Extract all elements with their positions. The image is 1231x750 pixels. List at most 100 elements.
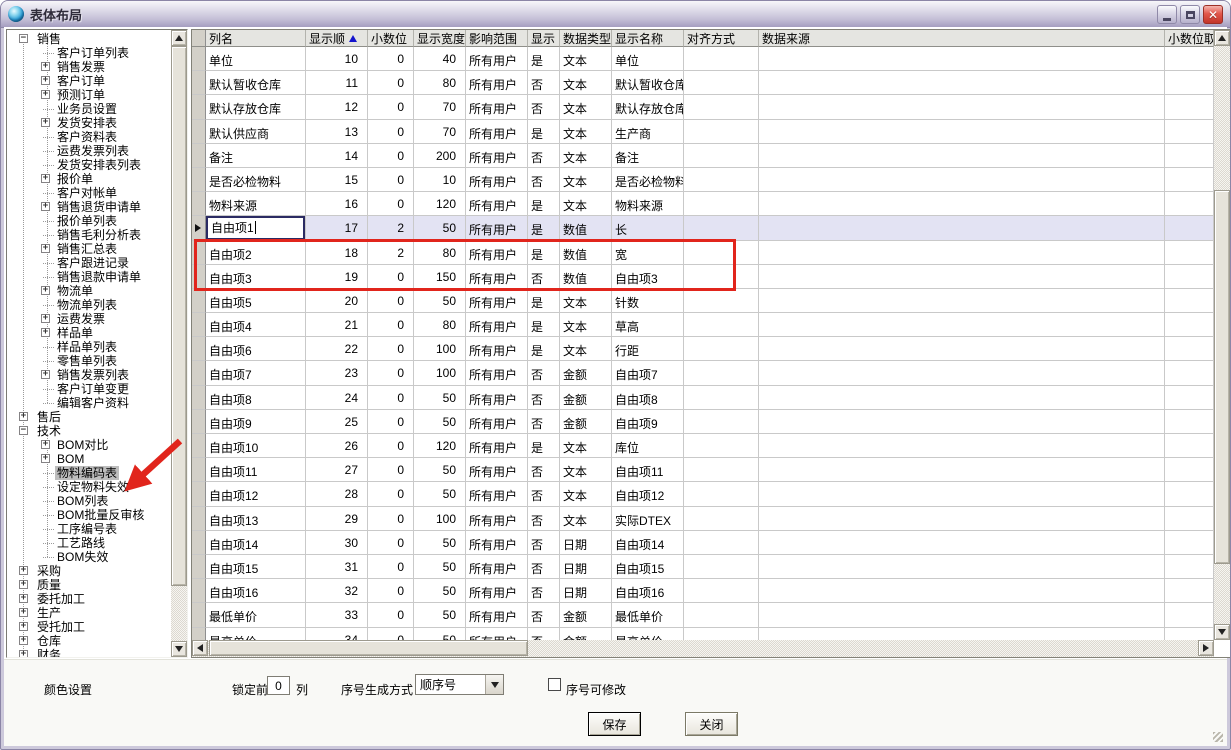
grid-cell[interactable]: 文本 <box>560 47 612 71</box>
grid-cell[interactable] <box>1165 579 1214 603</box>
grid-row-自由项13[interactable]: 自由项13290100所有用户否文本实际DTEX <box>192 507 1214 531</box>
grid-row-单位[interactable]: 单位10040所有用户是文本单位 <box>192 47 1214 71</box>
grid-cell[interactable] <box>684 265 759 289</box>
grid-cell[interactable]: 自由项2 <box>206 241 306 265</box>
grid-cell[interactable]: 所有用户 <box>466 410 528 434</box>
grid-cell[interactable]: 金额 <box>560 386 612 410</box>
resize-grip[interactable] <box>1213 732 1223 742</box>
grid-cell[interactable] <box>1165 95 1214 119</box>
expand-icon[interactable]: + <box>41 202 50 211</box>
grid-cell[interactable] <box>1165 603 1214 627</box>
grid-cell[interactable] <box>759 386 1165 410</box>
grid-row-物料来源[interactable]: 物料来源160120所有用户是文本物料来源 <box>192 192 1214 216</box>
expand-icon[interactable]: + <box>41 286 50 295</box>
tree-item-BOM列表[interactable]: BOM列表 <box>7 494 171 508</box>
column-header-小数位[interactable]: 小数位 <box>368 30 414 47</box>
grid-cell[interactable] <box>759 337 1165 361</box>
expand-icon[interactable]: + <box>41 118 50 127</box>
grid-cell[interactable]: 17 <box>306 216 368 240</box>
grid-cell[interactable]: 文本 <box>560 458 612 482</box>
grid-cell[interactable] <box>759 555 1165 579</box>
scroll-left-button[interactable] <box>192 640 208 656</box>
grid-cell[interactable]: 最高单价 <box>206 628 306 641</box>
tree-item-工艺路线[interactable]: 工艺路线 <box>7 536 171 550</box>
grid-cell[interactable]: 自由项15 <box>612 555 684 579</box>
grid-cell[interactable] <box>1165 410 1214 434</box>
grid-cell[interactable]: 0 <box>368 265 414 289</box>
grid-cell[interactable]: 否 <box>528 531 560 555</box>
grid-cell[interactable]: 70 <box>414 95 466 119</box>
grid-cell[interactable]: 10 <box>414 168 466 192</box>
grid-cell[interactable]: 物料来源 <box>206 192 306 216</box>
grid-cell[interactable]: 0 <box>368 361 414 385</box>
grid-cell[interactable]: 19 <box>306 265 368 289</box>
row-marker-cell[interactable] <box>192 555 206 579</box>
row-marker-cell[interactable] <box>192 603 206 627</box>
grid-cell[interactable]: 宽 <box>612 241 684 265</box>
grid-cell[interactable]: 是否必检物料 <box>206 168 306 192</box>
grid-cell[interactable]: 所有用户 <box>466 168 528 192</box>
grid-cell[interactable]: 50 <box>414 482 466 506</box>
grid-cell[interactable]: 50 <box>414 531 466 555</box>
grid-cell[interactable]: 0 <box>368 71 414 95</box>
grid-cell[interactable]: 默认暂收仓库 <box>612 71 684 95</box>
grid-cell[interactable]: 否 <box>528 144 560 168</box>
tree-item-技术[interactable]: −技术 <box>7 424 171 438</box>
grid-cell[interactable]: 自由项6 <box>206 337 306 361</box>
tree-scrollbar[interactable] <box>171 30 187 657</box>
grid-cell[interactable]: 自由项4 <box>206 313 306 337</box>
tree-item-发货安排表列表[interactable]: 发货安排表列表 <box>7 158 171 172</box>
tree-item-物料编码表[interactable]: 物料编码表 <box>7 466 171 480</box>
row-marker-cell[interactable] <box>192 507 206 531</box>
grid-cell[interactable] <box>759 458 1165 482</box>
grid-cell[interactable] <box>684 531 759 555</box>
grid-cell[interactable]: 自由项7 <box>206 361 306 385</box>
grid-row-自由项12[interactable]: 自由项1228050所有用户否文本自由项12 <box>192 482 1214 506</box>
grid-cell[interactable]: 是 <box>528 289 560 313</box>
tree-item-客户资料表[interactable]: 客户资料表 <box>7 130 171 144</box>
grid-cell[interactable]: 物料来源 <box>612 192 684 216</box>
tree-item-客户订单变更[interactable]: 客户订单变更 <box>7 382 171 396</box>
grid-cell[interactable] <box>759 434 1165 458</box>
grid-cell[interactable]: 数值 <box>560 216 612 240</box>
grid-cell[interactable]: 27 <box>306 458 368 482</box>
tree-item-样品单[interactable]: +样品单 <box>7 326 171 340</box>
row-marker-cell[interactable] <box>192 265 206 289</box>
grid-row-是否必检物料[interactable]: 是否必检物料15010所有用户否文本是否必检物料 <box>192 168 1214 192</box>
grid-cell[interactable]: 文本 <box>560 71 612 95</box>
color-settings-label[interactable]: 颜色设置 <box>44 681 92 698</box>
grid-cell[interactable]: 80 <box>414 241 466 265</box>
grid-cell[interactable] <box>684 555 759 579</box>
lock-columns-input[interactable] <box>267 676 290 695</box>
grid-cell[interactable]: 所有用户 <box>466 95 528 119</box>
grid-cell[interactable]: 自由项1 <box>206 216 306 240</box>
tree-item-销售发票[interactable]: +销售发票 <box>7 60 171 74</box>
grid-cell[interactable]: 所有用户 <box>466 458 528 482</box>
grid-cell[interactable] <box>684 71 759 95</box>
expand-icon[interactable]: + <box>41 174 50 183</box>
grid-cell[interactable]: 所有用户 <box>466 120 528 144</box>
grid-cell[interactable]: 15 <box>306 168 368 192</box>
expand-icon[interactable]: + <box>41 76 50 85</box>
row-marker-cell[interactable] <box>192 192 206 216</box>
tree-item-物流单列表[interactable]: 物流单列表 <box>7 298 171 312</box>
grid-cell[interactable] <box>1165 120 1214 144</box>
column-header-显示顺[interactable]: 显示顺 <box>306 30 368 47</box>
grid-cell[interactable]: 所有用户 <box>466 289 528 313</box>
seq-editable-checkbox[interactable] <box>548 678 561 691</box>
grid-cell[interactable] <box>684 120 759 144</box>
tree-item-BOM对比[interactable]: +BOM对比 <box>7 438 171 452</box>
row-marker-cell[interactable] <box>192 628 206 641</box>
column-header-显示宽度[interactable]: 显示宽度 <box>414 30 466 47</box>
grid-cell[interactable]: 32 <box>306 579 368 603</box>
grid-hscroll-thumb[interactable] <box>209 640 528 656</box>
row-marker-cell[interactable] <box>192 531 206 555</box>
grid-cell[interactable]: 0 <box>368 47 414 71</box>
grid-cell[interactable]: 否 <box>528 482 560 506</box>
grid-cell[interactable] <box>684 168 759 192</box>
row-marker-cell[interactable] <box>192 241 206 265</box>
scroll-right-button[interactable] <box>1198 640 1214 656</box>
grid-cell[interactable] <box>684 144 759 168</box>
grid-cell[interactable]: 数值 <box>560 241 612 265</box>
row-marker-cell[interactable] <box>192 95 206 119</box>
